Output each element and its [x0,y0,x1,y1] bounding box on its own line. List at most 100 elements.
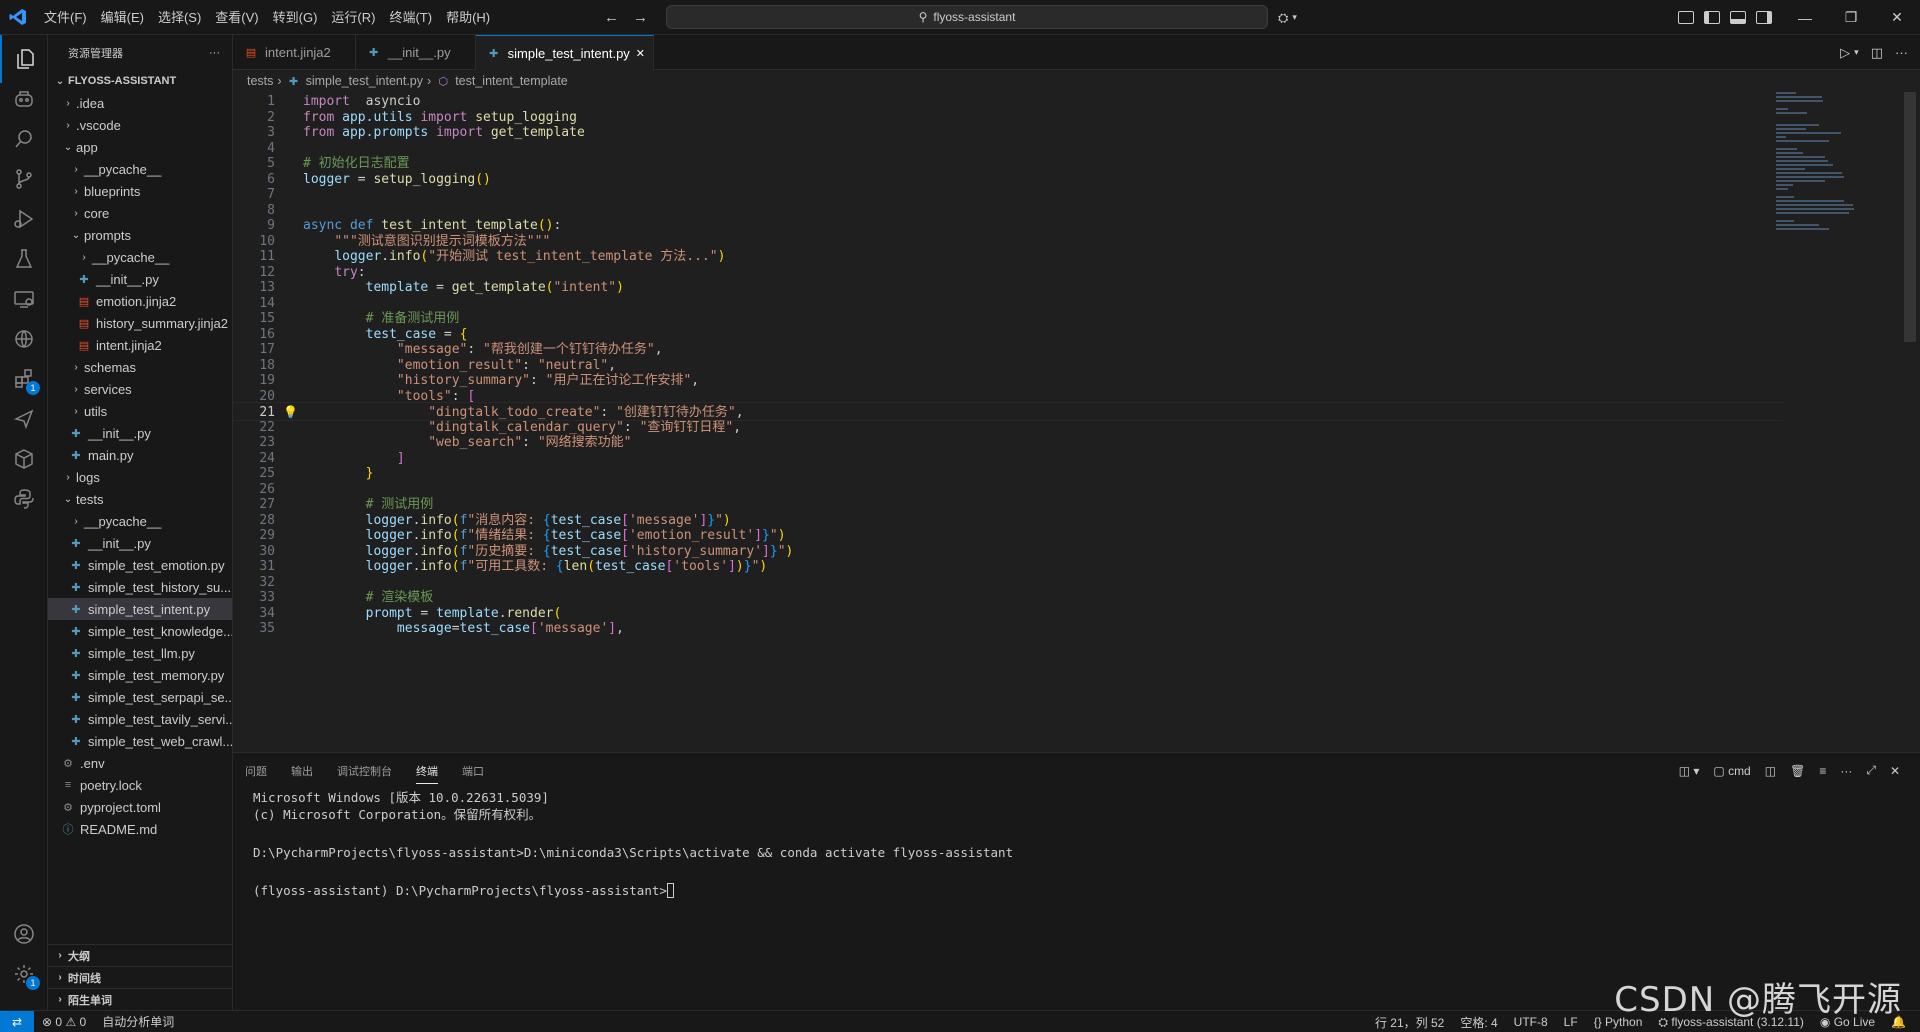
customize-layout-icon[interactable] [1678,11,1694,24]
workspace-root[interactable]: ⌄ FLYOSS-ASSISTANT [48,70,232,92]
settings-gear-icon[interactable]: 1 [0,950,48,998]
toggle-panel-icon[interactable] [1730,11,1746,24]
minimap[interactable] [1776,92,1896,252]
encoding[interactable]: UTF-8 [1506,1015,1556,1029]
minimize-icon[interactable]: — [1782,0,1828,35]
trash-icon[interactable]: 🗑 [1790,764,1805,778]
panel-tab[interactable]: 调试控制台 [337,763,392,779]
breadcrumb-item[interactable]: tests [247,74,273,88]
folder-item[interactable]: › .idea [48,92,232,114]
file-item[interactable]: ✚ simple_test_serpapi_se... [48,686,232,708]
more-actions-icon[interactable]: ··· [209,47,220,59]
file-item[interactable]: ✚ __init__.py [48,532,232,554]
breadcrumb-item[interactable]: test_intent_template [455,74,568,88]
panel-tab[interactable]: 端口 [462,763,484,779]
editor-tab[interactable]: ✚ simple_test_intent.py ✕ [475,35,655,70]
file-item[interactable]: ✚ simple_test_llm.py [48,642,232,664]
sidebar-section-header[interactable]: › 大纲 [48,944,233,966]
panel-tab[interactable]: 终端 [416,763,438,784]
file-item[interactable]: ✚ simple_test_memory.py [48,664,232,686]
toggle-secondary-sidebar-icon[interactable] [1756,11,1772,24]
menu-item[interactable]: 终端(T) [382,0,439,35]
file-item[interactable]: ✚ main.py [48,444,232,466]
file-item[interactable]: ▤ emotion.jinja2 [48,290,232,312]
file-item[interactable]: ✚ simple_test_emotion.py [48,554,232,576]
folder-item[interactable]: › services [48,378,232,400]
command-center-search[interactable]: ⚲ flyoss-assistant [666,5,1268,29]
tab-close-icon[interactable]: ✕ [636,47,645,60]
forward-arrow-icon[interactable]: → [633,9,648,26]
folder-item[interactable]: › __pycache__ [48,246,232,268]
folder-item[interactable]: › utils [48,400,232,422]
chevron-right-icon: › [58,972,62,983]
more-actions-icon[interactable]: ··· [1895,45,1908,60]
folder-item[interactable]: ⌄ tests [48,488,232,510]
menu-item[interactable]: 帮助(H) [439,0,497,35]
toggle-primary-sidebar-icon[interactable] [1704,11,1720,24]
back-arrow-icon[interactable]: ← [604,9,619,26]
terminal-shell[interactable]: ▢ cmd [1713,764,1750,778]
menu-item[interactable]: 编辑(E) [94,0,151,35]
folder-item[interactable]: › .vscode [48,114,232,136]
close-icon[interactable]: ✕ [1874,0,1920,35]
python-file-icon: ✚ [71,735,81,748]
menu-item[interactable]: 转到(G) [266,0,325,35]
spell-status[interactable]: 自动分析单词 [94,1013,182,1030]
file-item[interactable]: ✚ simple_test_tavily_servi... [48,708,232,730]
folder-item[interactable]: ⌄ app [48,136,232,158]
menu-item[interactable]: 选择(S) [151,0,208,35]
folder-item[interactable]: › blueprints [48,180,232,202]
chevron-down-icon[interactable]: ▾ [1854,47,1859,58]
terminal-list-icon[interactable]: ≡ [1819,764,1826,778]
file-item[interactable]: ✚ simple_test_web_crawl... [48,730,232,752]
editor-tab[interactable]: ▤ intent.jinja2 [233,35,356,70]
file-item[interactable]: ▤ intent.jinja2 [48,334,232,356]
folder-item[interactable]: › schemas [48,356,232,378]
python-icon[interactable] [0,475,48,523]
more-actions-icon[interactable]: ··· [1840,764,1852,778]
menu-item[interactable]: 文件(F) [37,0,94,35]
file-item[interactable]: ▤ history_summary.jinja2 [48,312,232,334]
error-icon: ⊗ [42,1014,53,1029]
panel-tab[interactable]: 输出 [291,763,313,779]
folder-item[interactable]: › logs [48,466,232,488]
folder-item[interactable]: › __pycache__ [48,510,232,532]
sidebar-section-header[interactable]: › 陌生单词 [48,988,233,1010]
split-editor-icon[interactable]: ◫ [1871,45,1883,61]
run-icon[interactable]: ▷ [1840,45,1850,61]
editor-tab[interactable]: ✚ __init__.py [356,35,476,70]
menu-item[interactable]: 查看(V) [208,0,265,35]
sidebar-section-header[interactable]: › 时间线 [48,966,233,988]
line-ending[interactable]: LF [1556,1015,1586,1029]
file-item[interactable]: ⚙ .env [48,752,232,774]
copilot-button[interactable]: ⛭ ▾ [1278,0,1297,35]
file-item[interactable]: ✚ simple_test_history_su... [48,576,232,598]
file-item[interactable]: ✚ simple_test_knowledge... [48,620,232,642]
braces-icon: {} [1593,1015,1602,1029]
file-item[interactable]: ✚ simple_test_intent.py [48,598,232,620]
folder-item[interactable]: › __pycache__ [48,158,232,180]
close-panel-icon[interactable]: ✕ [1890,764,1900,778]
file-item[interactable]: ✚ __init__.py [48,422,232,444]
cursor-position[interactable]: 行 21，列 52 [1367,1014,1452,1031]
terminal-layout-icon[interactable]: ◫ ▾ [1679,764,1700,778]
terminal-output[interactable]: Microsoft Windows [版本 10.0.22631.5039] (c… [253,789,1013,899]
remote-indicator-icon[interactable]: ⇄ [0,1010,34,1032]
folder-item[interactable]: › core [48,202,232,224]
problems-indicator[interactable]: ⊗ 0 ⚠ 0 [34,1015,94,1029]
indentation[interactable]: 空格: 4 [1452,1014,1505,1031]
menu-item[interactable]: 运行(R) [324,0,382,35]
folder-item[interactable]: ⌄ prompts [48,224,232,246]
split-terminal-icon[interactable]: ◫ [1765,764,1776,778]
file-item[interactable]: ✚ __init__.py [48,268,232,290]
editor-scrollbar[interactable] [1904,92,1916,752]
scrollbar-thumb[interactable] [1904,92,1916,342]
file-item[interactable]: ⓘ README.md [48,818,232,840]
restore-icon[interactable]: ❐ [1828,0,1874,35]
maximize-panel-icon[interactable]: ⤢ [1866,763,1876,778]
file-item[interactable]: ≡ poetry.lock [48,774,232,796]
code-editor[interactable]: 1 import asyncio 2 from app.utils import se… [233,92,1920,752]
panel-tab[interactable]: 问题 [245,763,267,779]
breadcrumb-item[interactable]: simple_test_intent.py [306,74,423,88]
file-item[interactable]: ⚙ pyproject.toml [48,796,232,818]
